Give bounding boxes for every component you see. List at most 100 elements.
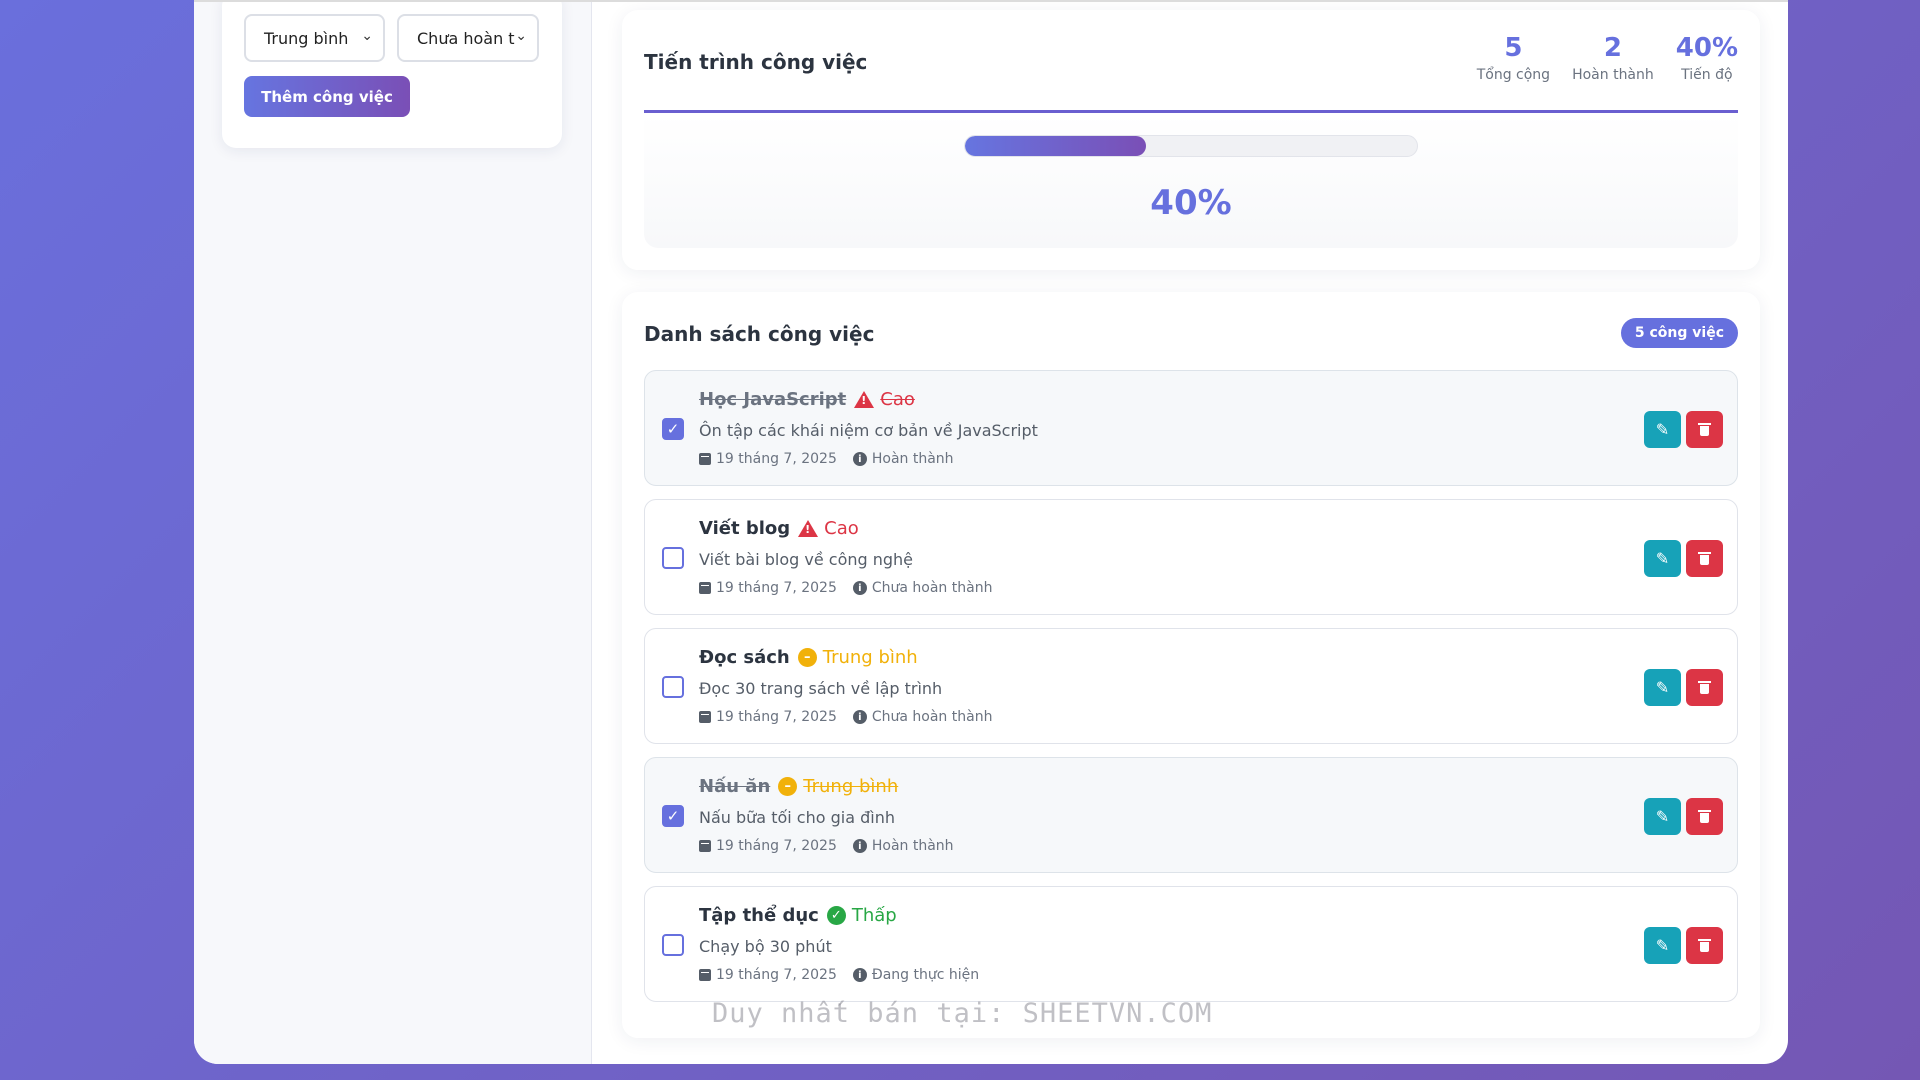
- calendar-icon: [699, 840, 711, 852]
- task-status-text: Chưa hoàn thành: [871, 709, 993, 725]
- task-description: Chạy bộ 30 phút: [699, 937, 832, 956]
- task-header: Học JavaScript Cao: [699, 389, 915, 410]
- info-icon: i: [852, 968, 867, 982]
- add-task-button[interactable]: Thêm công việc: [244, 76, 410, 117]
- task-status-text: Đang thực hiện: [871, 967, 980, 983]
- delete-button[interactable]: [1686, 540, 1723, 577]
- task-date-text: 19 tháng 7, 2025: [716, 709, 837, 725]
- priority-select-value: Trung bình: [264, 28, 349, 48]
- priority-label: Cao: [880, 389, 915, 410]
- minus-circle-icon: –: [797, 648, 817, 667]
- priority-badge: ✓ Thấp: [826, 905, 897, 926]
- task-title: Học JavaScript: [699, 389, 847, 410]
- edit-button[interactable]: ✎: [1644, 927, 1681, 964]
- trash-icon: [1698, 681, 1711, 694]
- edit-button[interactable]: ✎: [1644, 540, 1681, 577]
- priority-label: Thấp: [851, 905, 897, 926]
- priority-badge: – Trung bình: [797, 647, 918, 668]
- trash-icon: [1698, 810, 1711, 823]
- task-list-title: Danh sách công việc: [644, 322, 875, 346]
- priority-label: Cao: [824, 518, 859, 539]
- warning-icon: [854, 391, 875, 408]
- task-title: Đọc sách: [699, 647, 790, 668]
- priority-label: Trung bình: [803, 776, 899, 797]
- task-header: Viết blog Cao: [699, 518, 859, 539]
- task-date: 19 tháng 7, 2025: [699, 451, 837, 467]
- task-header: Tập thể dục ✓ Thấp: [699, 905, 897, 926]
- stat-done: 2 Hoàn thành: [1572, 34, 1654, 83]
- task-meta: 19 tháng 7, 2025 i Đang thực hiện: [699, 967, 979, 983]
- task-item: Viết blog Cao Viết bài blog về công nghệ…: [644, 499, 1738, 615]
- delete-button[interactable]: [1686, 798, 1723, 835]
- task-checkbox[interactable]: ✓: [662, 805, 684, 827]
- task-title: Nấu ăn: [699, 776, 771, 797]
- task-date-text: 19 tháng 7, 2025: [716, 838, 837, 854]
- edit-button[interactable]: ✎: [1644, 669, 1681, 706]
- delete-button[interactable]: [1686, 927, 1723, 964]
- task-date: 19 tháng 7, 2025: [699, 709, 837, 725]
- stats: 5 Tổng cộng 2 Hoàn thành 40% Tiến độ: [1477, 34, 1738, 83]
- edit-icon: ✎: [1655, 678, 1670, 697]
- chevron-down-icon: ⌄: [361, 28, 373, 44]
- calendar-icon: [699, 711, 711, 723]
- status-select-value: Chưa hoàn t: [417, 28, 515, 48]
- progress-percent-text: 40%: [1150, 183, 1232, 223]
- stat-percent-value: 40%: [1675, 33, 1738, 63]
- task-status: i Chưa hoàn thành: [852, 709, 993, 725]
- priority-badge: Cao: [798, 518, 859, 539]
- info-icon: i: [852, 839, 867, 853]
- task-item: Tập thể dục ✓ Thấp Chạy bộ 30 phút 19 thá…: [644, 886, 1738, 1002]
- sidebar: Trung bình ⌄ Chưa hoàn t ⌄ Thêm công việ…: [194, 2, 592, 1064]
- task-title: Tập thể dục: [699, 905, 819, 926]
- task-status: i Chưa hoàn thành: [852, 580, 993, 596]
- task-date-text: 19 tháng 7, 2025: [716, 967, 837, 983]
- task-title: Viết blog: [699, 518, 791, 539]
- task-description: Đọc 30 trang sách về lập trình: [699, 679, 943, 698]
- task-meta: 19 tháng 7, 2025 i Chưa hoàn thành: [699, 709, 992, 725]
- warning-icon: [798, 520, 819, 537]
- progress-box: 40%: [644, 110, 1738, 248]
- info-icon: i: [852, 452, 867, 466]
- task-item: ✓ Học JavaScript Cao Ôn tập các khái niệ…: [644, 370, 1738, 486]
- edit-icon: ✎: [1655, 807, 1670, 826]
- delete-button[interactable]: [1686, 411, 1723, 448]
- task-count-badge: 5 công việc: [1620, 318, 1738, 348]
- trash-icon: [1698, 552, 1711, 565]
- task-status-text: Hoàn thành: [871, 451, 954, 467]
- stat-percent: 40% Tiến độ: [1676, 34, 1738, 83]
- task-meta: 19 tháng 7, 2025 i Hoàn thành: [699, 838, 954, 854]
- task-header: Đọc sách – Trung bình: [699, 647, 918, 668]
- stat-total: 5 Tổng cộng: [1477, 34, 1550, 83]
- task-date-text: 19 tháng 7, 2025: [716, 451, 837, 467]
- edit-button[interactable]: ✎: [1644, 411, 1681, 448]
- edit-icon: ✎: [1655, 936, 1670, 955]
- status-select[interactable]: Chưa hoàn t ⌄: [397, 14, 539, 62]
- task-date-text: 19 tháng 7, 2025: [716, 580, 837, 596]
- chevron-down-icon: ⌄: [515, 28, 527, 44]
- app-window: Trung bình ⌄ Chưa hoàn t ⌄ Thêm công việ…: [194, 0, 1788, 1064]
- progress-card: Tiến trình công việc 5 Tổng cộng 2 Hoàn …: [622, 10, 1760, 270]
- task-checkbox[interactable]: [662, 676, 684, 698]
- main-content: Tiến trình công việc 5 Tổng cộng 2 Hoàn …: [592, 2, 1788, 1064]
- delete-button[interactable]: [1686, 669, 1723, 706]
- task-header: Nấu ăn – Trung bình: [699, 776, 898, 797]
- task-checkbox[interactable]: [662, 934, 684, 956]
- task-description: Nấu bữa tối cho gia đình: [699, 808, 895, 827]
- task-description: Viết bài blog về công nghệ: [699, 550, 914, 569]
- check-circle-icon: ✓: [826, 906, 846, 925]
- progress-title: Tiến trình công việc: [644, 50, 868, 74]
- task-status-text: Hoàn thành: [871, 838, 954, 854]
- task-meta: 19 tháng 7, 2025 i Chưa hoàn thành: [699, 580, 992, 596]
- minus-circle-icon: –: [778, 777, 798, 796]
- edit-button[interactable]: ✎: [1644, 798, 1681, 835]
- task-status: i Đang thực hiện: [852, 967, 980, 983]
- task-checkbox[interactable]: [662, 547, 684, 569]
- task-status-text: Chưa hoàn thành: [871, 580, 993, 596]
- task-item: ✓ Nấu ăn – Trung bình Nấu bữa tối cho gia…: [644, 757, 1738, 873]
- task-item: Đọc sách – Trung bình Đọc 30 trang sách v…: [644, 628, 1738, 744]
- priority-select[interactable]: Trung bình ⌄: [244, 14, 385, 62]
- task-description: Ôn tập các khái niệm cơ bản về JavaScrip…: [699, 421, 1038, 440]
- task-status: i Hoàn thành: [852, 838, 954, 854]
- task-checkbox[interactable]: ✓: [662, 418, 684, 440]
- priority-badge: Cao: [854, 389, 915, 410]
